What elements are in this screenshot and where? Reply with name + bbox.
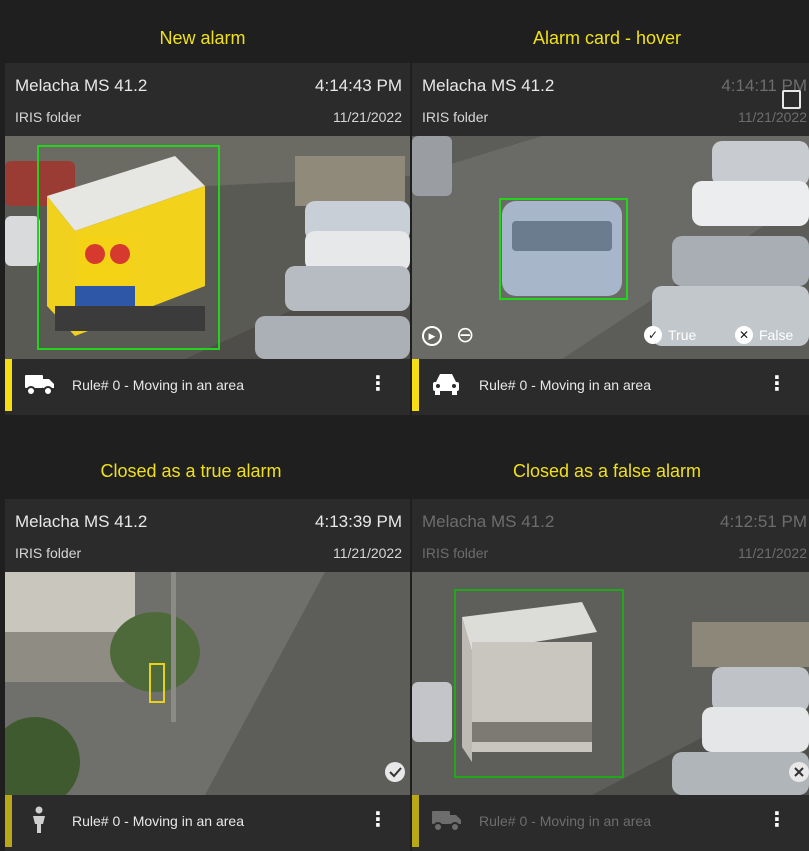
alarm-snapshot[interactable] [5, 572, 410, 795]
section-title-closed-false: Closed as a false alarm [512, 461, 702, 481]
rule-label: Rule# 0 - Moving in an area [72, 813, 244, 829]
alarm-time: 4:13:39 PM [315, 512, 402, 531]
alarm-card-hover[interactable]: Melacha MS 41.2 4:14:11 PM IRIS folder 1… [412, 63, 809, 415]
alarm-date: 11/21/2022 [737, 545, 807, 561]
folder-name: IRIS folder [15, 545, 82, 561]
more-options-icon[interactable]: ⋮ [368, 810, 388, 830]
mark-false-button[interactable]: ✕ False [735, 326, 793, 344]
play-clip-button[interactable]: ▶ [422, 326, 442, 346]
zoom-out-button[interactable]: ⊖ [456, 322, 474, 348]
card-header: Melacha MS 41.2 4:14:43 PM IRIS folder 1… [5, 63, 410, 135]
truck-icon [432, 811, 461, 832]
snapshot-image [5, 572, 410, 795]
alarm-indicator [5, 795, 12, 847]
snapshot-image [412, 572, 809, 795]
alarm-snapshot[interactable] [5, 136, 410, 359]
camera-name: Melacha MS 41.2 [422, 76, 555, 95]
folder-name: IRIS folder [15, 109, 82, 125]
new-alarm-indicator [412, 359, 419, 411]
card-header: Melacha MS 41.2 4:14:11 PM IRIS folder 1… [412, 63, 809, 135]
more-options-icon[interactable]: ⋮ [767, 374, 787, 394]
section-title-new-alarm: New alarm [159, 28, 246, 48]
alarm-card-closed-false[interactable]: Melacha MS 41.2 4:12:51 PM IRIS folder 1… [412, 499, 809, 851]
alarm-date: 11/21/2022 [332, 109, 402, 125]
shield-check-icon: ✓ [644, 326, 662, 344]
camera-name: Melacha MS 41.2 [422, 512, 555, 531]
alarm-indicator [412, 795, 419, 847]
alarm-date: 11/21/2022 [332, 545, 402, 561]
new-alarm-indicator [5, 359, 12, 411]
rule-label: Rule# 0 - Moving in an area [72, 377, 244, 393]
alarm-card-closed-true[interactable]: Melacha MS 41.2 4:13:39 PM IRIS folder 1… [5, 499, 410, 851]
play-icon: ▶ [422, 326, 442, 346]
folder-name: IRIS folder [422, 109, 489, 125]
card-header: Melacha MS 41.2 4:13:39 PM IRIS folder 1… [5, 499, 410, 571]
folder-name: IRIS folder [422, 545, 489, 561]
alarm-card-new[interactable]: Melacha MS 41.2 4:14:43 PM IRIS folder 1… [5, 63, 410, 415]
rule-label: Rule# 0 - Moving in an area [479, 377, 651, 393]
car-icon [433, 374, 459, 395]
camera-name: Melacha MS 41.2 [15, 76, 148, 95]
camera-name: Melacha MS 41.2 [15, 512, 148, 531]
alarm-snapshot[interactable]: ▶ ⊖ ✓ True ✕ False [412, 136, 809, 359]
rule-label: Rule# 0 - Moving in an area [479, 813, 651, 829]
false-label: False [759, 327, 794, 343]
select-checkbox[interactable] [782, 90, 801, 109]
truck-icon [25, 375, 54, 396]
alarm-snapshot[interactable] [412, 572, 809, 795]
snapshot-image [5, 136, 410, 359]
section-title-hover: Alarm card - hover [532, 28, 682, 48]
close-circle-icon: ✕ [735, 326, 753, 344]
mark-true-button[interactable]: ✓ True [644, 326, 696, 344]
section-title-closed-true: Closed as a true alarm [100, 461, 282, 481]
person-icon [33, 806, 45, 833]
true-label: True [668, 327, 697, 343]
card-footer: Rule# 0 - Moving in an area ⋮ [412, 795, 809, 847]
zoom-out-icon: ⊖ [456, 322, 475, 347]
card-footer: Rule# 0 - Moving in an area ⋮ [5, 359, 410, 411]
card-header: Melacha MS 41.2 4:12:51 PM IRIS folder 1… [412, 499, 809, 571]
card-footer: Rule# 0 - Moving in an area ⋮ [412, 359, 809, 411]
alarm-date: 11/21/2022 [737, 109, 807, 125]
alarm-time: 4:14:43 PM [315, 76, 402, 95]
card-footer: Rule# 0 - Moving in an area ⋮ [5, 795, 410, 847]
alarm-time: 4:12:51 PM [720, 512, 807, 531]
more-options-icon[interactable]: ⋮ [368, 374, 388, 394]
more-options-icon[interactable]: ⋮ [767, 810, 787, 830]
